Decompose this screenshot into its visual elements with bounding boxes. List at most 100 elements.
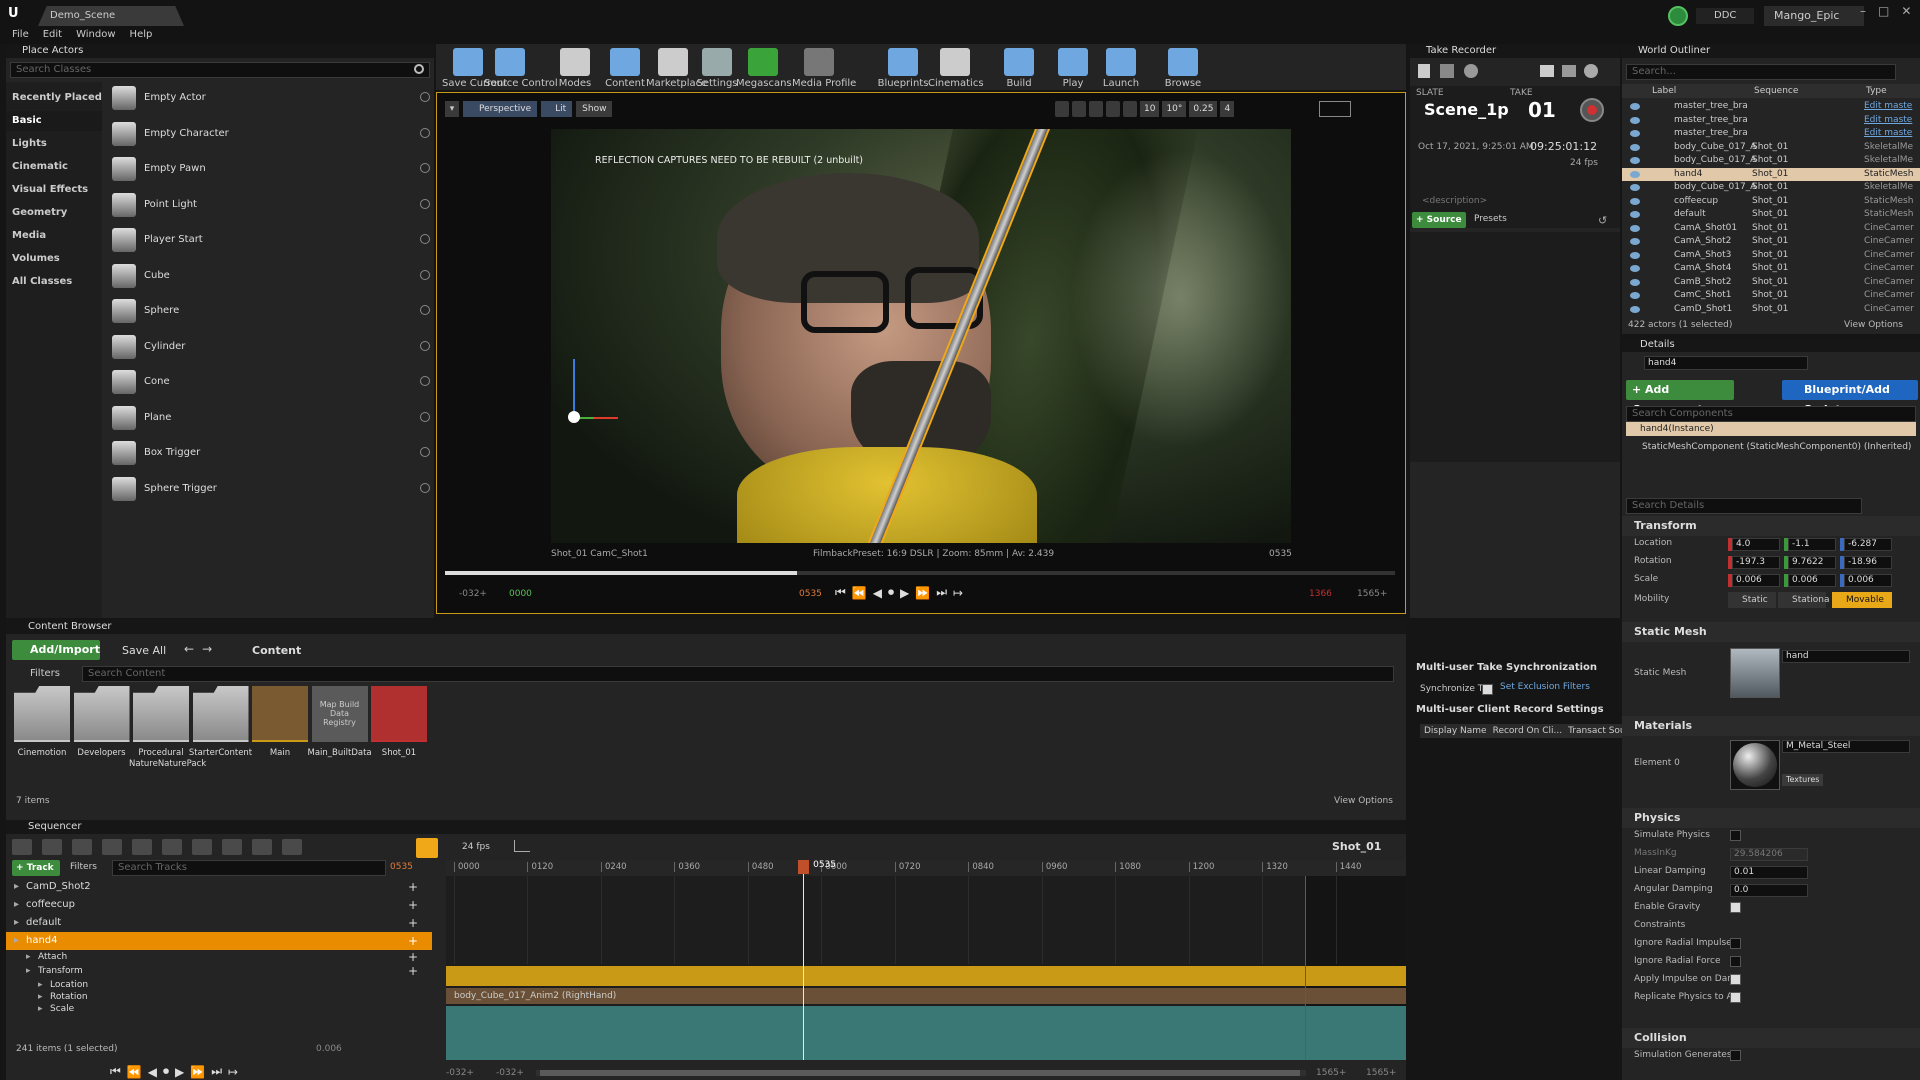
outliner-row[interactable]: hand4 Shot_01 StaticMesh [1622, 167, 1920, 181]
help-icon[interactable] [420, 269, 430, 280]
toolbar-media-profile-button[interactable]: Media Profile [792, 44, 856, 94]
to-start-icon[interactable]: ⏮ [835, 585, 846, 600]
save-icon[interactable] [12, 839, 32, 855]
track-filters-button[interactable]: Filters [64, 862, 97, 872]
close-icon[interactable]: ✕ [1901, 4, 1911, 18]
help-icon[interactable] [420, 411, 430, 422]
search-classes-input[interactable]: Search Classes [10, 62, 430, 78]
gravity-checkbox[interactable] [1730, 902, 1741, 913]
radial-impulse-checkbox[interactable] [1730, 938, 1741, 949]
textures-dropdown[interactable]: Textures [1782, 774, 1824, 786]
help-icon[interactable] [420, 198, 430, 209]
curve-editor-icon[interactable] [514, 840, 530, 852]
menu-file[interactable]: File [12, 29, 29, 40]
review-icon[interactable] [1440, 64, 1454, 78]
prev-key-icon[interactable]: ⏪ [852, 586, 867, 600]
gizmo-z-axis[interactable] [573, 359, 575, 419]
actor-item-cylinder[interactable]: Cylinder [106, 331, 434, 363]
search-details-input[interactable]: Search Details [1626, 498, 1862, 514]
take-description[interactable]: <description> [1422, 196, 1487, 206]
sequence-column-header[interactable]: Sequence [1754, 86, 1798, 96]
seq-record-icon[interactable]: ⏺ [163, 1064, 169, 1079]
static-mesh-section-header[interactable]: Static Mesh [1622, 622, 1920, 642]
visibility-eye-icon[interactable] [1630, 103, 1640, 110]
help-icon[interactable] [420, 127, 430, 138]
visibility-icon[interactable] [192, 839, 212, 855]
attach-section[interactable]: body_Cube_017_Anim2 (RightHand) [446, 988, 1406, 1004]
track-scale[interactable]: ▸ Scale [6, 1002, 432, 1016]
asset-main[interactable]: Main [252, 686, 308, 794]
record-button[interactable] [1580, 98, 1604, 122]
type-column-header[interactable]: Type [1866, 86, 1887, 96]
outliner-row-type[interactable]: Edit maste [1864, 127, 1912, 140]
add-track-button[interactable]: + Track [12, 860, 60, 876]
location-z-field[interactable]: -6.287 [1844, 538, 1892, 551]
actor-item-cone[interactable]: Cone [106, 366, 434, 398]
actor-item-player-start[interactable]: Player Start [106, 224, 434, 256]
track-attach[interactable]: ▸ Attach + [6, 950, 432, 964]
to-end-icon[interactable]: ⏭ [936, 585, 947, 600]
project-tab[interactable]: Demo_Scene [38, 6, 184, 26]
search-icon[interactable] [42, 839, 62, 855]
show-button[interactable]: Show [576, 101, 613, 117]
add-component-button[interactable]: + Add Component [1626, 380, 1734, 416]
collision-section-header[interactable]: Collision [1622, 1028, 1920, 1048]
details-tab[interactable]: Details [1628, 338, 1675, 352]
visibility-eye-icon[interactable] [1630, 170, 1640, 178]
expand-arrow-icon[interactable]: ▸ [26, 950, 38, 964]
toolbar-content-button[interactable]: Content [598, 44, 652, 94]
toolbar-megascans-button[interactable]: Megascans [736, 44, 792, 94]
asset-shot-01[interactable]: Shot_01 [371, 686, 427, 794]
sequencer-timeline[interactable]: 0000 0120 0240 0360 0480 0600 0720 0840 0960 1080… [446, 860, 1406, 1060]
outliner-row[interactable]: master_tree_bra Edit maste [1622, 127, 1920, 140]
category-visual-effects[interactable]: Visual Effects [6, 180, 102, 200]
render-icon[interactable] [102, 839, 122, 855]
snap-value-1[interactable]: 10° [1162, 101, 1187, 117]
snap-value-0[interactable]: 10 [1140, 101, 1160, 117]
actor-item-sphere-trigger[interactable]: Sphere Trigger [106, 473, 434, 505]
help-icon[interactable] [420, 92, 430, 102]
content-view-options[interactable]: View Options [1334, 796, 1393, 806]
category-media[interactable]: Media [6, 226, 102, 246]
menu-window[interactable]: Window [76, 29, 115, 40]
outliner-row[interactable]: CamA_Shot01 Shot_01 CineCamer [1622, 222, 1920, 235]
add-icon[interactable]: + [408, 914, 418, 932]
snap-value-3[interactable]: 4 [1220, 101, 1235, 117]
world-outliner-tab[interactable]: World Outliner [1628, 44, 1710, 58]
materials-section-header[interactable]: Materials [1622, 716, 1920, 736]
help-icon[interactable] [420, 340, 430, 351]
visibility-eye-icon[interactable] [1630, 184, 1640, 191]
track-default[interactable]: ▸ default + [6, 914, 432, 932]
rotation-y-field[interactable]: 9.7622 [1788, 556, 1836, 569]
location-x-field[interactable]: 4.0 [1732, 538, 1780, 551]
content-path-breadcrumb[interactable]: Content [236, 644, 301, 657]
static-mesh-dropdown[interactable]: hand [1782, 650, 1910, 663]
asset-main-builtdata[interactable]: Map Build Data Registry Main_BuiltData [308, 686, 372, 794]
add-source-button[interactable]: + Source [1412, 212, 1466, 228]
physics-section-header[interactable]: Physics [1622, 808, 1920, 828]
help-icon[interactable] [420, 305, 430, 315]
visibility-eye-icon[interactable] [1630, 224, 1640, 232]
maximize-icon[interactable]: □ [1878, 4, 1889, 18]
add-import-button[interactable]: Add/Import [12, 640, 100, 660]
visibility-eye-icon[interactable] [1630, 143, 1640, 151]
minimize-icon[interactable]: – [1860, 4, 1866, 18]
next-key-icon[interactable]: ⏩ [915, 586, 930, 600]
rotation-z-field[interactable]: -18.96 [1844, 556, 1892, 569]
folder-icon[interactable] [1540, 65, 1554, 77]
slate-value[interactable]: Scene_1p [1424, 100, 1509, 119]
actor-name-field[interactable]: hand4 [1644, 356, 1808, 370]
visibility-eye-icon[interactable] [1630, 278, 1640, 286]
asset-developers[interactable]: Developers [73, 686, 130, 794]
category-cinematic[interactable]: Cinematic [6, 157, 102, 177]
toolbar-modes-button[interactable]: Modes [548, 44, 602, 94]
help-icon[interactable] [420, 447, 430, 457]
loop-icon[interactable]: ↦ [953, 586, 963, 600]
synchronize-takes-checkbox[interactable] [1482, 684, 1493, 695]
add-icon[interactable]: + [408, 932, 418, 950]
rotate-snap-icon[interactable] [1072, 101, 1086, 117]
menu-edit[interactable]: Edit [43, 29, 62, 40]
expand-arrow-icon[interactable]: ▸ [26, 964, 38, 978]
asset-procedural-naturenaturepack[interactable]: Procedural NatureNaturePack [129, 686, 206, 794]
menu-help[interactable]: Help [130, 29, 153, 40]
